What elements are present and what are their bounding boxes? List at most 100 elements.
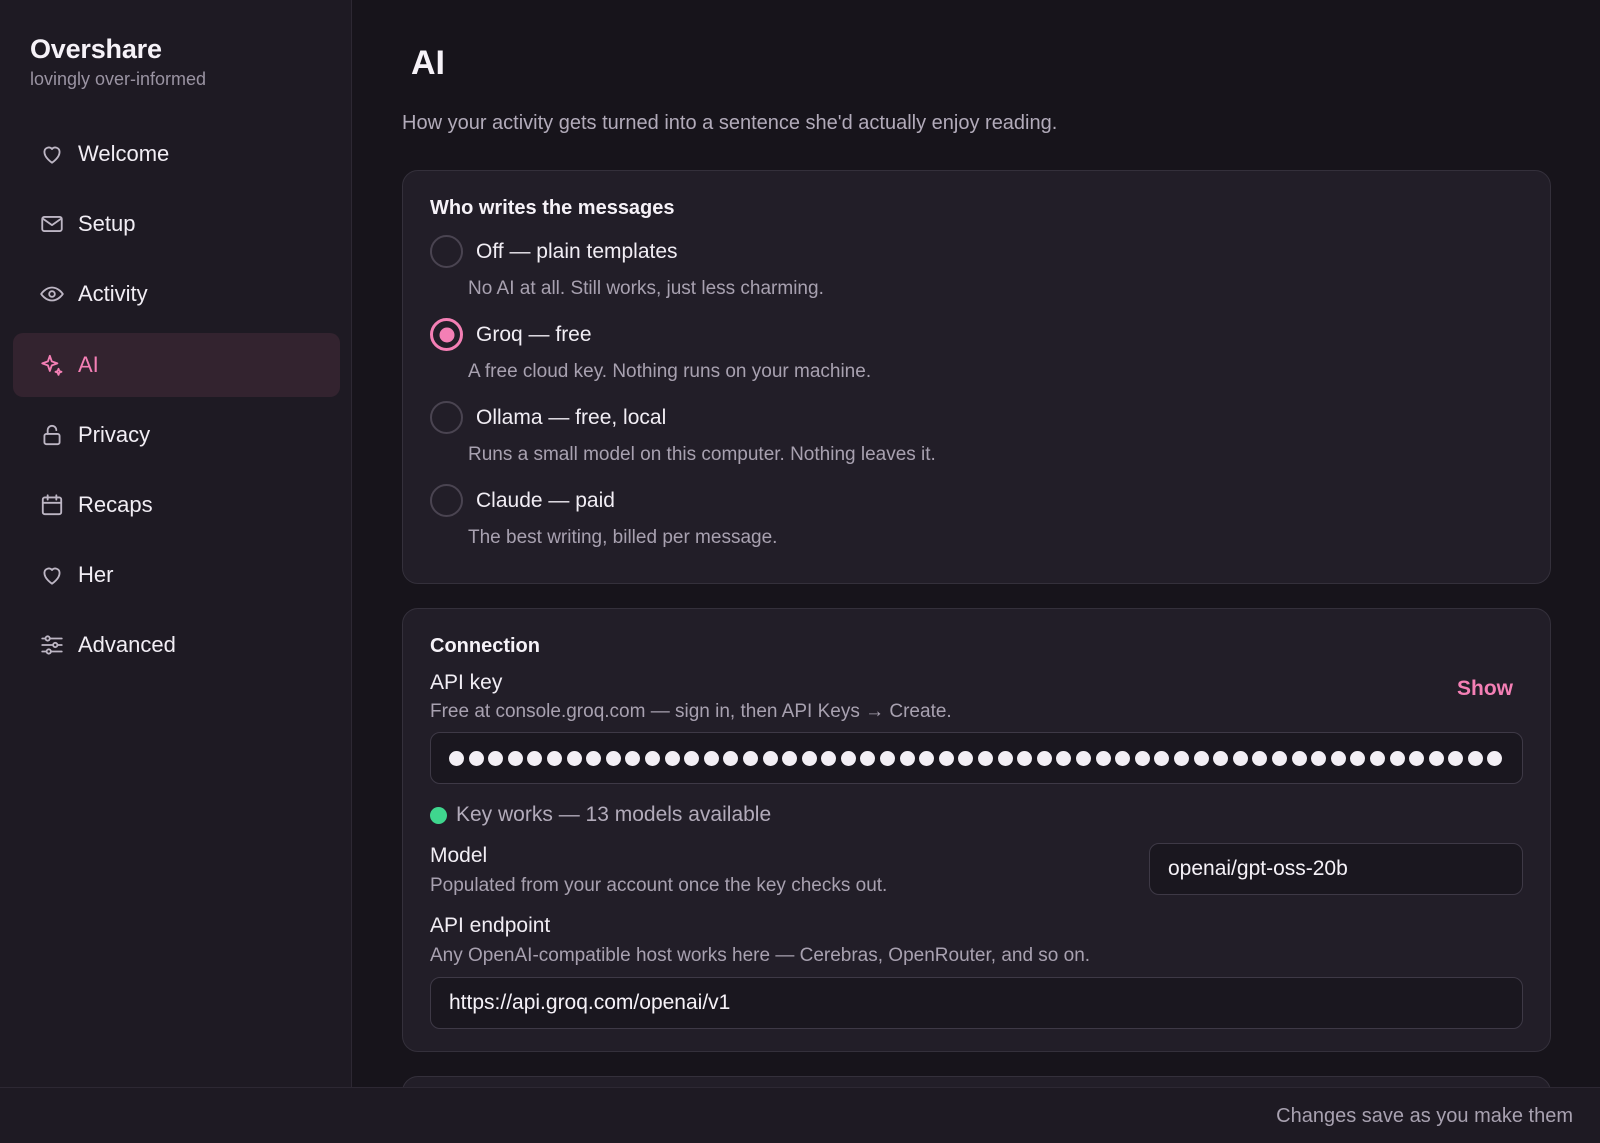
main-content: AI How your activity gets turned into a … (352, 0, 1600, 1087)
mask-dot (468, 750, 484, 766)
radio-button-selected[interactable] (430, 318, 463, 351)
page-subtitle: How your activity gets turned into a sen… (402, 112, 1058, 134)
mask-dot (1056, 750, 1072, 766)
mask-dot (1291, 750, 1307, 766)
mask-dot (880, 750, 896, 766)
model-select[interactable] (1149, 843, 1523, 895)
radio-description: The best writing, billed per message. (468, 527, 778, 548)
radio-description: Runs a small model on this computer. Not… (468, 444, 936, 465)
key-status-text: Key works — 13 models available (456, 803, 772, 826)
sidebar-item-activity[interactable]: Activity (13, 262, 340, 326)
connection-card-title: Connection (430, 635, 540, 657)
sidebar-item-her[interactable]: Her (13, 543, 340, 607)
sidebar-item-setup[interactable]: Setup (13, 192, 340, 256)
sidebar-item-label: Her (78, 562, 114, 588)
api-key-help: Free at console.groq.com — sign in, then… (430, 701, 952, 722)
radio-option-groq[interactable]: Groq — free (430, 318, 592, 351)
mask-dot (507, 750, 523, 766)
page-title: AI (411, 44, 445, 82)
writer-card: Who writes the messages Off — plain temp… (402, 170, 1551, 584)
api-key-label: API key (430, 671, 503, 694)
mask-dot (840, 750, 856, 766)
mask-dot (801, 750, 817, 766)
status-indicator-dot (430, 806, 447, 824)
eye-icon (39, 281, 65, 307)
footer-bar: Changes save as you make them (0, 1087, 1600, 1143)
radio-description: A free cloud key. Nothing runs on your m… (468, 361, 872, 382)
radio-option-claude[interactable]: Claude — paid (430, 484, 615, 517)
sidebar-item-label: Activity (78, 281, 148, 307)
mask-dot (958, 750, 974, 766)
endpoint-help: Any OpenAI-compatible host works here — … (430, 945, 1091, 966)
mask-dot (1134, 750, 1150, 766)
sidebar-item-privacy[interactable]: Privacy (13, 403, 340, 467)
connection-card: Connection API key Show Free at console.… (402, 608, 1551, 1052)
autosave-note: Changes save as you make them (1276, 1105, 1573, 1127)
sidebar-item-recaps[interactable]: Recaps (13, 473, 340, 537)
model-help: Populated from your account once the key… (430, 875, 888, 896)
mask-dot (527, 750, 543, 766)
mask-dot (1330, 750, 1346, 766)
api-key-input[interactable] (430, 732, 1523, 784)
brand-tagline: lovingly over-informed (30, 69, 207, 89)
mask-dot (1017, 750, 1033, 766)
mask-dot (919, 750, 935, 766)
mask-dot (1350, 750, 1366, 766)
radio-label: Groq — free (476, 322, 592, 346)
mask-dot (1115, 750, 1131, 766)
mask-dot (1232, 750, 1248, 766)
mask-dot (1173, 750, 1189, 766)
sidebar-item-label: Privacy (78, 421, 151, 447)
sidebar-item-ai[interactable]: AI (13, 332, 340, 397)
mask-dot (742, 750, 758, 766)
model-label: Model (430, 844, 488, 867)
mask-dot (644, 750, 660, 766)
heart-icon (39, 562, 65, 588)
sliders-icon (39, 632, 65, 658)
mask-dot (546, 750, 562, 766)
mask-dot (1409, 750, 1425, 766)
radio-button[interactable] (430, 484, 463, 517)
mask-dot (1428, 750, 1444, 766)
mask-dot (488, 750, 504, 766)
show-key-button[interactable]: Show (1457, 677, 1513, 701)
endpoint-input[interactable] (430, 977, 1523, 1029)
mask-dot (821, 750, 837, 766)
brand: Overshare lovingly over-informed (30, 34, 206, 90)
mask-dot (1448, 750, 1464, 766)
radio-option-ollama[interactable]: Ollama — free, local (430, 401, 666, 434)
mask-dot (664, 750, 680, 766)
sidebar-item-welcome[interactable]: Welcome (13, 122, 340, 186)
sidebar: Overshare lovingly over-informed Welcome… (0, 0, 352, 1087)
mask-dot (899, 750, 915, 766)
radio-label: Claude — paid (476, 488, 615, 512)
mask-dot (1311, 750, 1327, 766)
sidebar-item-label: AI (78, 351, 99, 377)
radio-button[interactable] (430, 235, 463, 268)
sidebar-item-advanced[interactable]: Advanced (13, 613, 340, 677)
mask-dot (1095, 750, 1111, 766)
mask-dot (625, 750, 641, 766)
app-window: Overshare lovingly over-informed Welcome… (0, 0, 1600, 1143)
mask-dot (1193, 750, 1209, 766)
mask-dot (1076, 750, 1091, 766)
mask-dot (1213, 750, 1229, 766)
mask-dot (723, 750, 739, 766)
mask-dot (997, 750, 1013, 766)
mask-dot (1252, 750, 1268, 766)
lock-icon (39, 422, 65, 448)
radio-option-off[interactable]: Off — plain templates (430, 235, 678, 268)
mask-dot (1389, 750, 1405, 766)
sparkle-icon (39, 352, 65, 378)
sidebar-item-label: Welcome (78, 141, 170, 166)
endpoint-label: API endpoint (430, 914, 551, 937)
radio-label: Ollama — free, local (476, 405, 667, 429)
sidebar-item-label: Advanced (78, 632, 176, 658)
radio-label: Off — plain templates (476, 239, 678, 263)
key-status: Key works — 13 models available (430, 803, 771, 827)
mask-dot (1369, 750, 1385, 766)
mask-dot (938, 750, 954, 766)
radio-button[interactable] (430, 401, 463, 434)
mask-dot (1036, 750, 1052, 766)
next-card (402, 1076, 1551, 1087)
